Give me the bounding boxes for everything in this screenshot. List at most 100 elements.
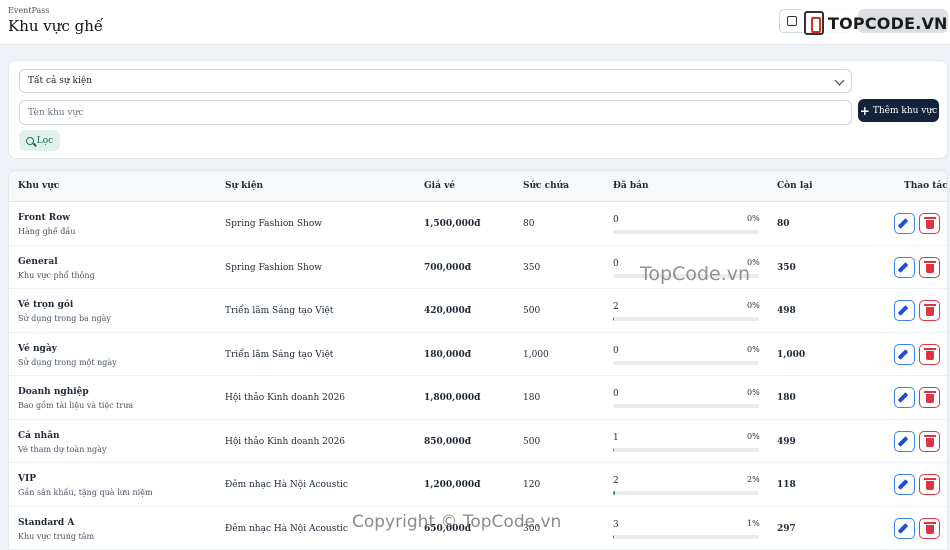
zones-table: Khu vực Sự kiện Giá vé Sức chứa Đã bán C… [8, 170, 948, 550]
delete-button[interactable] [919, 474, 940, 495]
sold-progress-bar [613, 360, 759, 365]
filter-button[interactable]: Lọc [19, 130, 60, 151]
edit-button[interactable] [894, 430, 915, 452]
pencil-icon [897, 261, 909, 273]
sold-count: 0 [613, 215, 619, 225]
ticket-price: 650,000đ [424, 523, 471, 534]
edit-button[interactable] [894, 387, 915, 408]
pencil-icon [897, 522, 909, 534]
ticket-price: 1,500,000đ [424, 219, 481, 229]
sold-progress-bar [613, 230, 759, 234]
header-price: Giá vé [424, 181, 456, 191]
ticket-price: 180,000đ [424, 349, 471, 360]
sold-progress-bar [613, 491, 759, 495]
zone-name: Vé ngày [18, 343, 57, 354]
remaining-count: 297 [777, 523, 796, 534]
zone-description: Sử dụng trong ba ngày [18, 314, 111, 323]
pencil-icon [897, 435, 909, 447]
delete-button[interactable] [919, 343, 940, 365]
header-zone: Khu vực [18, 181, 60, 191]
trash-icon [924, 521, 936, 534]
edit-button[interactable] [894, 256, 915, 278]
add-zone-button[interactable]: + Thêm khu vực [858, 99, 939, 122]
edit-button[interactable] [894, 213, 915, 234]
event-name: Đêm nhạc Hà Nội Acoustic [225, 480, 348, 490]
topcode-logo: TOPCODE.VN [802, 9, 950, 37]
table-row: Front Row Hàng ghế đầu Spring Fashion Show… [9, 202, 947, 246]
event-select[interactable]: Tất cả sự kiện [19, 69, 852, 93]
sold-percent: 0% [747, 388, 760, 397]
sold-percent: 1% [747, 518, 760, 528]
delete-button[interactable] [919, 213, 940, 234]
zone-name: Doanh nghiệp [18, 387, 89, 397]
capacity: 120 [523, 480, 541, 490]
sold-progress-fill [613, 317, 614, 321]
sold-count: 2 [613, 476, 619, 486]
sold-progress-fill [613, 534, 615, 539]
sold-percent: 2% [747, 475, 760, 484]
sold-percent: 0% [747, 301, 760, 310]
sold-count: 0 [613, 345, 619, 356]
remaining-count: 498 [777, 306, 796, 316]
capacity: 500 [523, 436, 541, 447]
add-zone-label: Thêm khu vực [872, 105, 938, 116]
zone-name: Front Row [18, 213, 71, 223]
edit-button[interactable] [894, 343, 915, 365]
trash-icon [924, 347, 936, 360]
edit-button[interactable] [894, 517, 915, 539]
delete-button[interactable] [919, 256, 940, 278]
sold-count: 0 [613, 389, 619, 399]
zone-name: Standard A [18, 517, 75, 528]
trash-icon [924, 260, 936, 273]
remaining-count: 1,000 [777, 349, 806, 360]
pencil-icon [897, 218, 909, 229]
sold-progress-bar [613, 273, 759, 278]
zone-description: Khu vực phổ thông [18, 270, 95, 280]
zone-description: Khu vực trung tâm [18, 531, 95, 541]
remaining-count: 118 [777, 480, 796, 490]
header-remaining: Còn lại [777, 181, 813, 191]
capacity: 80 [523, 219, 535, 229]
table-row: Vé ngày Sử dụng trong một ngày Triển lãm S… [9, 333, 947, 376]
capacity: 1,000 [523, 349, 549, 360]
header-event: Sự kiện [225, 181, 264, 191]
remaining-count: 180 [777, 393, 796, 403]
zone-name-input[interactable] [19, 100, 852, 125]
event-name: Hội thảo Kinh doanh 2026 [225, 436, 346, 447]
header-capacity: Sức chứa [523, 181, 570, 191]
delete-button[interactable] [919, 387, 940, 408]
edit-button[interactable] [894, 474, 915, 495]
trash-icon [924, 434, 936, 447]
remaining-count: 499 [777, 436, 796, 447]
zone-name: VIP [18, 474, 36, 484]
event-name: Đêm nhạc Hà Nội Acoustic [225, 523, 348, 534]
trash-icon [924, 478, 936, 490]
delete-button[interactable] [919, 517, 940, 539]
delete-button[interactable] [919, 300, 940, 321]
capacity: 300 [523, 523, 541, 534]
trash-icon [924, 217, 936, 229]
edit-button[interactable] [894, 300, 915, 321]
ticket-price: 1,800,000đ [424, 393, 481, 403]
event-name: Spring Fashion Show [225, 262, 322, 273]
zone-description: Sử dụng trong một ngày [18, 357, 117, 367]
delete-button[interactable] [919, 430, 940, 452]
zone-name: Vé trọn gói [18, 300, 74, 310]
chevron-down-icon [834, 75, 845, 86]
trash-icon [924, 304, 936, 316]
sold-progress-bar [613, 534, 759, 539]
brand-name: EventPass [8, 6, 50, 15]
sold-percent: 0% [747, 431, 760, 441]
sold-progress-fill [613, 491, 616, 495]
pencil-icon [897, 348, 909, 360]
table-row: Cá nhân Vé tham dự toàn ngày Hội thảo Kinh… [9, 420, 947, 463]
capacity: 500 [523, 306, 541, 316]
sold-count: 0 [613, 258, 619, 269]
table-row: Vé trọn gói Sử dụng trong ba ngày Triển lã… [9, 289, 947, 333]
plus-icon: + [859, 103, 870, 118]
event-name: Triển lãm Sáng tạo Việt [225, 306, 334, 316]
event-name: Hội thảo Kinh doanh 2026 [225, 393, 346, 403]
header-actions: Thao tác [904, 181, 948, 191]
logo-mark-icon [804, 11, 824, 35]
sold-count: 1 [613, 432, 619, 443]
